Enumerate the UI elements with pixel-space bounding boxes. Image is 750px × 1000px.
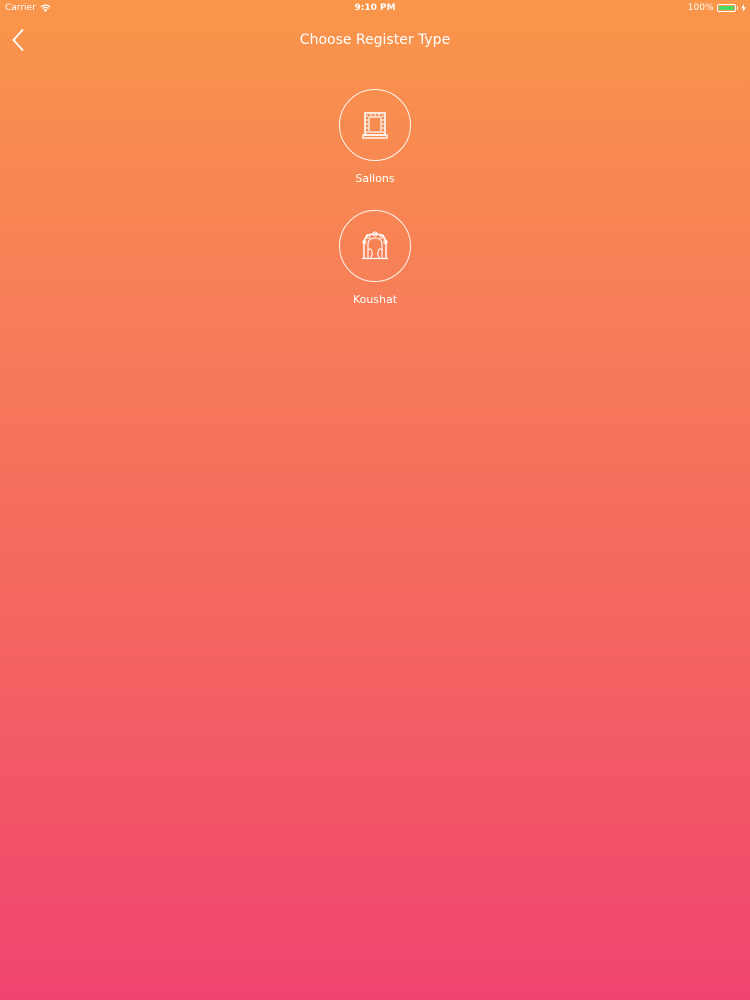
navigation-bar: Choose Register Type [0,16,750,64]
option-koushat[interactable]: Koushat [300,210,450,307]
option-label: Koushat [352,293,398,306]
floral-arch-icon [362,231,388,260]
option-icon-circle [339,210,411,282]
battery-tip [736,6,738,10]
charging-bolt-icon [741,4,746,12]
battery-icon [716,4,736,12]
option-label: Sallons [355,172,395,185]
status-right: 100% [688,0,746,16]
battery-fill [718,6,734,10]
battery-percent: 100% [687,3,714,13]
mirror-icon [362,112,388,139]
status-bar: Carrier 9:10 PM 100% [0,0,750,16]
page-title: Choose Register Type [299,32,451,48]
option-sallons[interactable]: Sallons [300,89,450,186]
status-time: 9:10 PM [354,3,396,13]
option-icon-circle [339,89,411,161]
